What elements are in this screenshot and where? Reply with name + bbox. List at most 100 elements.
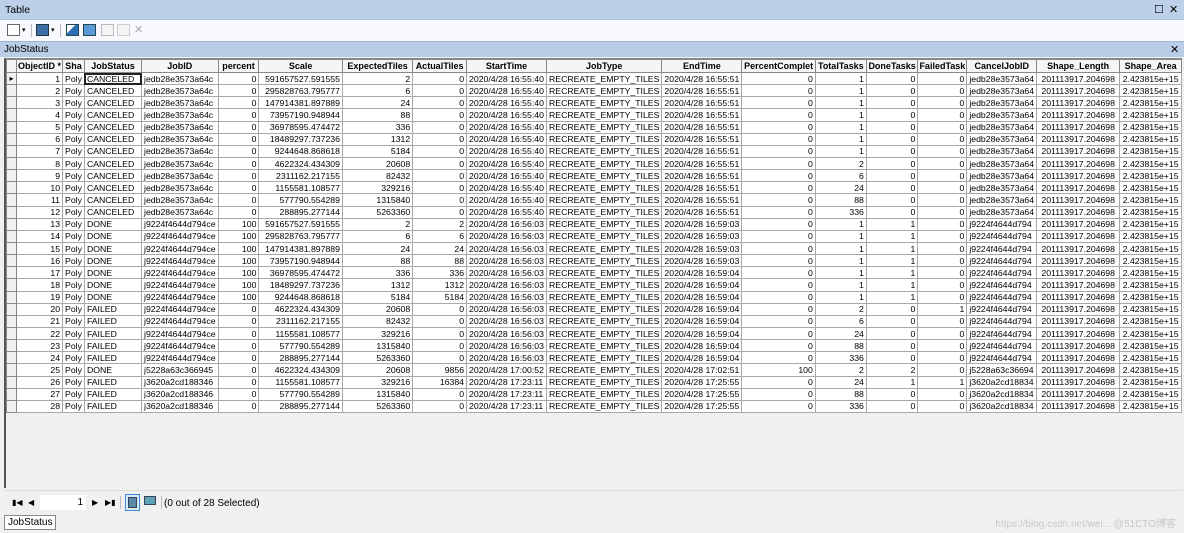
table-row[interactable]: 22 Poly FAILED j9224f4644d794ce 0 1155581.108… [6,326,1182,341]
row-selector[interactable] [6,193,18,207]
table-cell[interactable]: 24 [341,241,414,256]
table-cell[interactable]: 11 [16,193,64,207]
table-cell[interactable]: 9244648.868618 [258,144,343,158]
table-cell[interactable]: 0 [217,339,260,353]
table-cell[interactable]: Poly [62,217,85,231]
table-cell[interactable]: Poly [62,339,85,353]
table-cell[interactable]: 2020/4/28 17:25:55 [661,399,743,413]
column-header[interactable]: CancelJobID [966,59,1038,73]
table-cell[interactable]: 2020/4/28 16:59:04 [661,339,743,353]
table-cell[interactable]: 0 [412,181,468,195]
table-cell[interactable]: DONE [83,254,143,268]
table-cell[interactable]: 147914381.897889 [258,241,343,256]
table-cell[interactable]: 0 [741,71,816,86]
table-cell[interactable]: jedb28e3573a64 [966,84,1038,98]
bottom-tab-jobstatus[interactable]: JobStatus [4,515,57,530]
table-cell[interactable]: 36978595.474472 [258,120,343,134]
table-cell[interactable]: RECREATE_EMPTY_TILES [545,254,663,268]
table-cell[interactable]: 2 [16,84,64,98]
table-cell[interactable]: 0 [217,326,260,341]
table-cell[interactable]: 0 [865,193,919,207]
table-cell[interactable]: 18 [16,278,64,292]
last-record-icon[interactable]: ▶▮ [105,498,116,507]
table-cell[interactable]: 4622324.434309 [258,156,343,171]
table-cell[interactable]: 0 [917,290,968,304]
table-cell[interactable]: 0 [865,181,919,195]
table-cell[interactable]: 0 [741,96,816,110]
row-selector[interactable] [6,205,18,219]
table-cell[interactable]: 0 [741,108,816,122]
table-cell[interactable]: CANCELED [83,96,143,110]
table-cell[interactable]: 147914381.897889 [258,96,343,110]
row-selector[interactable] [6,96,18,110]
table-cell[interactable]: j9224f4644d794 [966,278,1038,292]
row-selector[interactable] [6,351,18,365]
table-cell[interactable]: Poly [62,108,85,122]
table-cell[interactable]: 0 [217,84,260,98]
row-selector[interactable] [6,181,18,195]
table-cell[interactable]: 0 [917,181,968,195]
table-cell[interactable]: jedb28e3573a64 [966,205,1038,219]
table-cell[interactable]: 2020/4/28 16:59:04 [661,326,743,341]
table-cell[interactable]: Poly [62,71,85,86]
table-cell[interactable]: j9224f4644d794 [966,254,1038,268]
table-cell[interactable]: 1 [917,302,968,316]
table-cell[interactable]: 1 [814,120,867,134]
table-cell[interactable]: jedb28e3573a64c [141,120,219,134]
row-selector[interactable] [6,290,18,304]
table-cell[interactable]: 2.423815e+15 [1119,290,1182,304]
table-cell[interactable]: RECREATE_EMPTY_TILES [545,96,663,110]
table-cell[interactable]: RECREATE_EMPTY_TILES [545,399,663,413]
table-cell[interactable]: 27 [16,387,64,401]
table-cell[interactable]: 2020/4/28 16:55:40 [466,108,547,122]
column-header[interactable]: JobID [141,59,219,73]
table-cell[interactable]: 2020/4/28 16:55:51 [661,156,743,171]
next-record-icon[interactable]: ▶ [92,498,98,507]
row-selector[interactable] [6,156,18,171]
table-cell[interactable]: j3620a2cd188346 [141,387,219,401]
table-cell[interactable]: RECREATE_EMPTY_TILES [545,339,663,353]
table-cell[interactable]: 0 [412,339,468,353]
row-selector[interactable] [6,84,18,98]
table-cell[interactable]: jedb28e3573a64c [141,169,219,183]
table-cell[interactable]: 2020/4/28 16:55:51 [661,181,743,195]
column-header[interactable]: FailedTask [917,59,968,73]
row-selector[interactable] [6,302,18,316]
table-cell[interactable]: RECREATE_EMPTY_TILES [545,71,663,86]
table-cell[interactable]: 6 [341,229,414,243]
table-cell[interactable]: 0 [917,387,968,401]
table-cell[interactable]: 2020/4/28 17:25:55 [661,387,743,401]
table-cell[interactable]: 0 [917,241,968,256]
table-cell[interactable]: 0 [917,144,968,158]
delete-selected-icon[interactable]: ✕ [134,23,147,36]
table-cell[interactable]: 2.423815e+15 [1119,314,1182,328]
table-cell[interactable]: 0 [917,205,968,219]
table-row[interactable]: 5 Poly CANCELED jedb28e3573a64c 0 36978595.47… [6,120,1182,134]
table-cell[interactable]: 1312 [341,278,414,292]
table-cell[interactable]: 24 [814,326,867,341]
table-cell[interactable]: 2020/4/28 16:56:03 [466,326,547,341]
table-cell[interactable]: j3620a2cd18834 [966,375,1038,389]
table-cell[interactable]: jedb28e3573a64c [141,193,219,207]
table-cell[interactable]: 24 [341,96,414,110]
table-cell[interactable]: 0 [917,314,968,328]
table-cell[interactable]: 2.423815e+15 [1119,71,1182,86]
table-cell[interactable]: 2020/4/28 17:23:11 [466,399,547,413]
table-cell[interactable]: RECREATE_EMPTY_TILES [545,193,663,207]
table-cell[interactable]: 201113917.204698 [1036,375,1121,389]
table-cell[interactable]: FAILED [83,326,143,341]
table-cell[interactable]: 24 [814,181,867,195]
table-cell[interactable]: FAILED [83,387,143,401]
table-cell[interactable]: 2 [814,363,867,377]
table-cell[interactable]: 2020/4/28 16:59:04 [661,278,743,292]
table-cell[interactable]: jedb28e3573a64c [141,84,219,98]
table-cell[interactable]: 201113917.204698 [1036,144,1121,158]
table-cell[interactable]: 1155581.108577 [258,326,343,341]
table-cell[interactable]: 201113917.204698 [1036,120,1121,134]
table-cell[interactable]: 0 [412,351,468,365]
table-cell[interactable]: 1 [814,132,867,146]
table-cell[interactable]: CANCELED [83,169,143,183]
table-cell[interactable]: 2311162.217155 [258,169,343,183]
table-cell[interactable]: 4622324.434309 [258,363,343,377]
table-cell[interactable]: 2.423815e+15 [1119,229,1182,243]
